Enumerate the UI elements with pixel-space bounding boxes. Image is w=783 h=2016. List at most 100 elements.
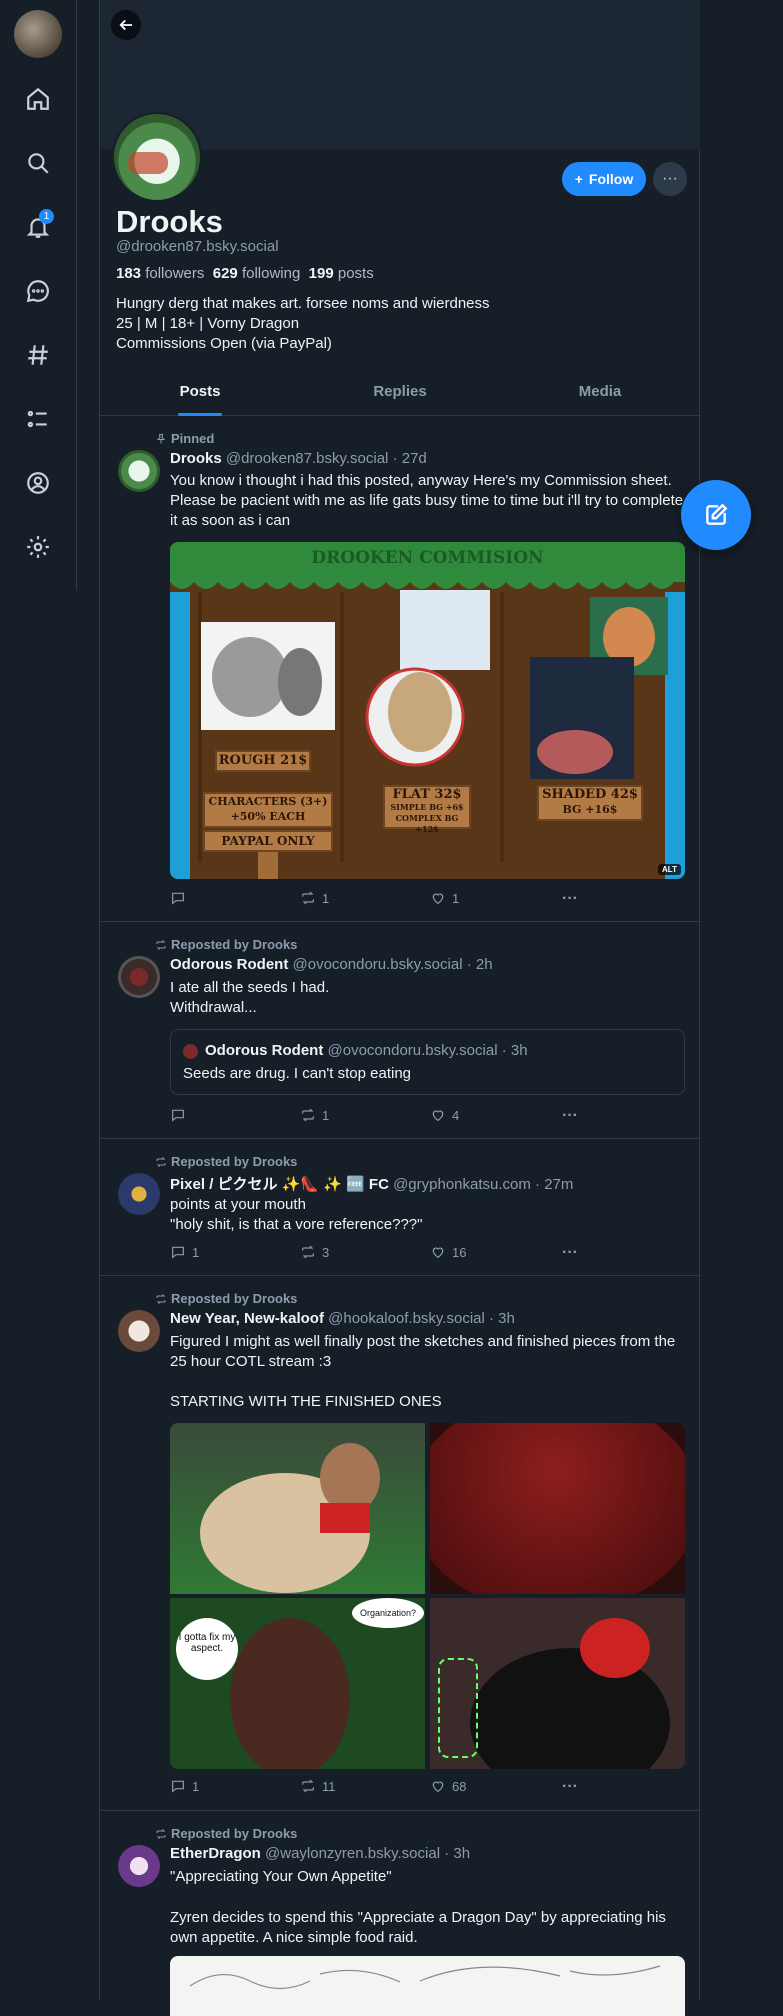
grid-image-2[interactable] [430, 1423, 685, 1594]
quote-header: Odorous Rodent @ovocondoru.bsky.social ·… [205, 1042, 528, 1059]
like-button[interactable]: 68 [430, 1778, 466, 1794]
posts-count: 199 posts [308, 265, 374, 282]
post-avatar[interactable] [118, 450, 160, 492]
sketch-lines [189, 1965, 661, 1990]
image-grid: I gotta fix my aspect. Organization? [170, 1423, 685, 1769]
shaded-price-sign: SHADED 42$ BG +16$ [537, 785, 643, 821]
post-text: You know i thought i had this posted, an… [170, 472, 684, 529]
speech-bubble: I gotta fix my aspect. [176, 1618, 238, 1680]
reply-icon [172, 1246, 184, 1259]
post-more-button[interactable]: ··· [562, 1778, 578, 1796]
post-text: I ate all the seeds I had. Withdrawal... [170, 979, 330, 1016]
post-text-2: Zyren decides to spend this "Appreciate … [170, 1909, 666, 1946]
reply-button[interactable] [170, 1107, 192, 1123]
grid-image-1[interactable] [170, 1423, 425, 1594]
follow-button[interactable]: + Follow [562, 162, 646, 196]
quoted-post[interactable]: Odorous Rodent @ovocondoru.bsky.social ·… [170, 1029, 685, 1095]
post-text-2: STARTING WITH THE FINISHED ONES [170, 1393, 442, 1410]
commission-sheet-image[interactable]: DROOKEN COMMISION ROUGH 21$ CHARACTERS (… [170, 542, 685, 879]
post-text: Figured I might as well finally post the… [170, 1333, 676, 1370]
profile-avatar[interactable] [112, 112, 202, 202]
repost-icon [302, 1108, 314, 1122]
following-link[interactable]: 629 following [213, 265, 301, 282]
post-avatar[interactable] [118, 1845, 160, 1887]
repost-button[interactable]: 11 [300, 1778, 336, 1794]
reply-button[interactable]: 1 [170, 1244, 199, 1260]
left-sidebar: 1 [0, 0, 76, 590]
repost-icon [156, 1156, 166, 1167]
post-more-button[interactable]: ··· [562, 1107, 578, 1125]
feed-post[interactable]: Reposted by Drooks Odorous Rodent @ovoco… [100, 922, 700, 1139]
profile-column: + Follow ··· Drooks @drooken87.bsky.soci… [99, 0, 700, 2016]
heart-icon [432, 1110, 444, 1122]
sketch-image[interactable] [170, 1956, 685, 2016]
reply-icon [172, 1780, 184, 1793]
bell-icon[interactable]: 1 [18, 207, 58, 247]
compose-button[interactable] [681, 480, 751, 550]
post-more-button[interactable]: ··· [562, 1244, 578, 1262]
search-icon[interactable] [18, 143, 58, 183]
plus-icon: + [574, 171, 583, 187]
reply-button[interactable]: 1 [170, 1778, 199, 1794]
post-header: Drooks @drooken87.bsky.social · 27d [170, 450, 427, 467]
like-button[interactable]: 16 [430, 1244, 466, 1260]
list-icon[interactable] [18, 399, 58, 439]
back-button[interactable] [111, 10, 141, 40]
speech-bubble: Organization? [352, 1598, 424, 1628]
reply-button[interactable] [170, 890, 192, 906]
repost-button[interactable]: 1 [300, 1107, 329, 1123]
post-header: Pixel / ピクセル ✨👠 ✨ 🆓 FC @gryphonkatsu.com… [170, 1176, 574, 1193]
profile-handle: @drooken87.bsky.social [116, 238, 279, 255]
notification-badge: 1 [39, 209, 54, 224]
post-avatar[interactable] [118, 1310, 160, 1352]
repost-icon [302, 1779, 314, 1793]
sidebar-divider [76, 0, 77, 590]
feed-post[interactable]: Reposted by Drooks New Year, New-kaloof … [100, 1276, 700, 1811]
feed-post[interactable]: Reposted by Drooks Pixel / ピクセル ✨👠 ✨ 🆓 F… [100, 1139, 700, 1276]
repost-label: Reposted by Drooks [155, 937, 297, 952]
heart-icon [432, 893, 444, 905]
grid-image-4[interactable] [430, 1598, 685, 1769]
repost-button[interactable]: 3 [300, 1244, 329, 1260]
tab-media[interactable]: Media [500, 372, 700, 415]
feed-post[interactable]: Reposted by Drooks EtherDragon @waylonzy… [100, 1811, 700, 2016]
followers-link[interactable]: 183 followers [116, 265, 204, 282]
feed-post[interactable]: Pinned Drooks @drooken87.bsky.social · 2… [100, 417, 700, 922]
post-actions: 1 11 68 ··· [170, 1778, 685, 1798]
post-avatar[interactable] [118, 1173, 160, 1215]
like-button[interactable]: 4 [430, 1107, 459, 1123]
sheet-title: DROOKEN COMMISION [311, 548, 544, 568]
rough-price-sign: ROUGH 21$ [215, 750, 311, 772]
post-header: New Year, New-kaloof @hookaloof.bsky.soc… [170, 1310, 515, 1327]
gear-icon[interactable] [18, 527, 58, 567]
repost-icon [156, 1293, 166, 1304]
repost-icon [302, 1245, 314, 1259]
repost-icon [302, 891, 314, 905]
profile-tabs: Posts Replies Media [100, 372, 700, 416]
quote-avatar [183, 1044, 198, 1059]
repost-icon [156, 1828, 166, 1839]
repost-label: Reposted by Drooks [155, 1291, 297, 1306]
like-button[interactable]: 1 [430, 890, 459, 906]
post-more-button[interactable]: ··· [562, 890, 578, 908]
reply-icon [172, 892, 184, 905]
home-icon[interactable] [18, 79, 58, 119]
hash-icon[interactable] [18, 335, 58, 375]
repost-button[interactable]: 1 [300, 890, 329, 906]
repost-label: Reposted by Drooks [155, 1826, 297, 1841]
current-user-avatar[interactable] [14, 10, 62, 58]
alt-badge[interactable]: ALT [658, 864, 681, 875]
compose-icon [706, 503, 728, 525]
profile-name: Drooks [116, 204, 223, 239]
post-header: EtherDragon @waylonzyren.bsky.social · 3… [170, 1845, 471, 1862]
tab-replies[interactable]: Replies [300, 372, 500, 415]
post-actions: 1 4 ··· [170, 1107, 685, 1127]
grid-image-3[interactable]: I gotta fix my aspect. Organization? [170, 1598, 425, 1769]
tab-posts[interactable]: Posts [100, 372, 300, 416]
profile-more-button[interactable]: ··· [653, 162, 687, 196]
heart-icon [432, 1247, 444, 1259]
flat-price-sign: FLAT 32$ SIMPLE BG +6$ COMPLEX BG +12$ [383, 785, 471, 834]
post-avatar[interactable] [118, 956, 160, 998]
chat-icon[interactable] [18, 271, 58, 311]
user-circle-icon[interactable] [18, 463, 58, 503]
